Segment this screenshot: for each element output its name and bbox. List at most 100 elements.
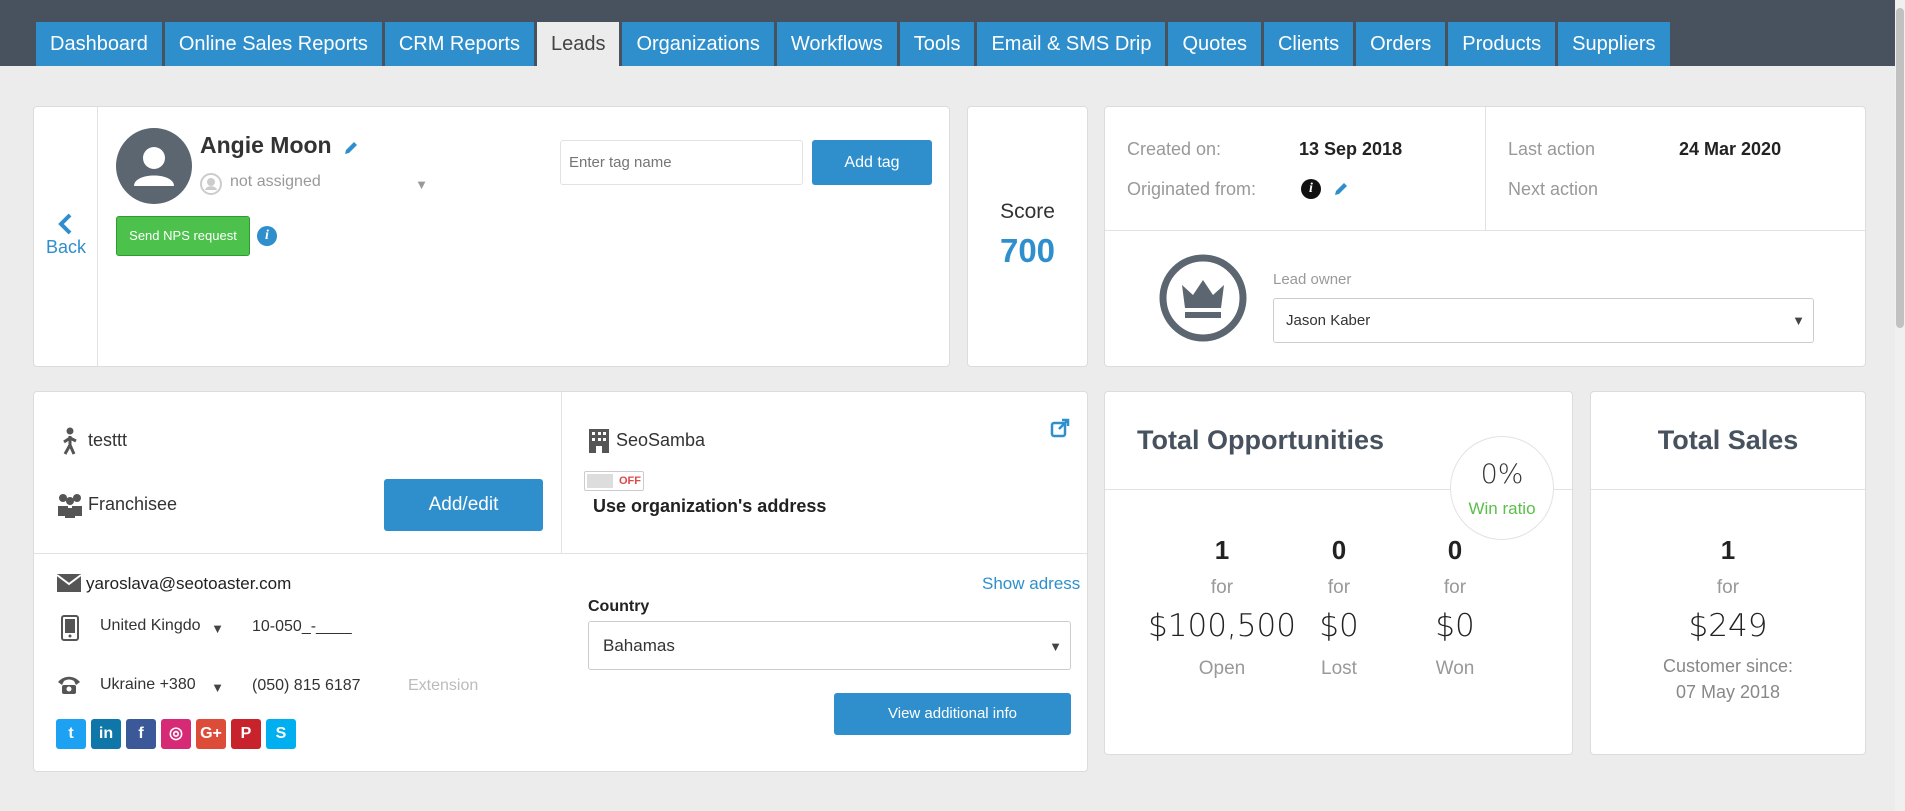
created-on-value: 13 Sep 2018 [1299,139,1403,159]
phone-number-input[interactable]: (050) 815 6187 [252,677,361,695]
building-icon [589,429,609,453]
envelope-icon [56,574,82,592]
open-for: for [1210,577,1234,598]
tab-clients[interactable]: Clients [1263,22,1354,66]
phone-country-value: Ukraine +380 [100,676,196,693]
tab-crm-reports[interactable]: CRM Reports [384,22,534,66]
linkedin-icon[interactable]: in [91,719,121,749]
chevron-down-icon: ▼ [211,680,224,695]
avatar [116,128,192,204]
lead-name: Angie Moon [200,132,332,158]
tab-email-sms-drip[interactable]: Email & SMS Drip [977,22,1166,66]
twitter-icon[interactable]: t [56,719,86,749]
country-select[interactable]: Bahamas ▼ [588,621,1071,670]
last-action-label: Last action [1508,139,1596,159]
facebook-icon[interactable]: f [126,719,156,749]
assignee-value: not assigned [230,173,321,190]
back-label: Back [46,237,87,257]
edit-origin-pencil-icon[interactable] [1333,181,1349,197]
score-card: Score 700 [967,106,1088,367]
phone-country-select[interactable]: Ukraine +380 ▼ [100,676,230,700]
win-ratio-value: 0% [1480,459,1524,490]
tab-leads[interactable]: Leads [536,22,620,66]
sales-divider [1591,489,1865,490]
page-scrollbar[interactable] [1895,0,1905,811]
meta-divider-vertical [1485,107,1486,230]
sales-count: 1 [1720,535,1736,565]
skype-icon[interactable]: S [266,719,296,749]
originated-from-label: Originated from: [1127,179,1257,199]
use-org-address-label: Use organization's address [593,496,827,516]
customer-since-label: Customer since: [1662,656,1794,676]
total-opportunities-card: Total Opportunities 0% Win ratio 1 for $… [1104,391,1573,755]
external-link-icon[interactable] [1050,418,1070,438]
send-nps-button[interactable]: Send NPS request [116,216,250,256]
role-label: Franchisee [88,494,178,514]
toggle-knob [587,474,613,488]
show-address-link[interactable]: Show adress [982,574,1080,594]
tab-quotes[interactable]: Quotes [1168,22,1261,66]
won-count: 0 [1447,535,1463,565]
person-walking-icon [63,427,77,455]
nav-tabs: Dashboard Online Sales Reports CRM Repor… [36,22,1673,66]
tab-tools[interactable]: Tools [899,22,975,66]
info-icon[interactable]: i [257,226,277,246]
score-label: Score [1000,200,1055,223]
tab-workflows[interactable]: Workflows [776,22,897,66]
edit-name-pencil-icon[interactable] [343,140,359,156]
lead-owner-select[interactable]: Jason Kaber ▼ [1273,298,1814,343]
sales-title: Total Sales [1657,425,1799,455]
country-value: Bahamas [603,636,675,655]
origin-info-icon[interactable]: i [1301,179,1321,199]
pinterest-icon[interactable]: P [231,719,261,749]
won-caption: Won [1435,658,1475,679]
sales-amount: $249 [1688,608,1768,644]
next-action-label: Next action [1508,179,1599,199]
tab-organizations[interactable]: Organizations [622,22,774,66]
instagram-icon[interactable]: ◎ [161,719,191,749]
open-caption: Open [1198,658,1246,679]
tab-dashboard[interactable]: Dashboard [36,22,162,66]
tag-name-input[interactable] [560,140,803,185]
chevron-down-icon: ▼ [415,177,428,192]
back-panel[interactable]: Back [34,107,98,366]
chevron-down-icon: ▼ [1792,313,1805,328]
sales-for: for [1716,577,1740,598]
tab-online-sales-reports[interactable]: Online Sales Reports [164,22,382,66]
chevron-down-icon: ▼ [1049,639,1062,654]
score-value: 700 [999,232,1056,269]
total-sales-card: Total Sales 1 for $249 Customer since: 0… [1590,391,1866,755]
mobile-country-select[interactable]: United Kingdo ▼ [100,617,230,641]
tab-products[interactable]: Products [1448,22,1556,66]
add-tag-button[interactable]: Add tag [812,140,932,185]
chevron-left-icon [58,213,72,235]
add-edit-button[interactable]: Add/edit [384,479,543,531]
won-for: for [1443,577,1467,598]
lost-caption: Lost [1321,658,1357,679]
extension-input[interactable]: Extension [408,677,478,695]
job-title: testtt [88,430,128,450]
last-action-value: 24 Mar 2020 [1679,139,1782,159]
lost-count: 0 [1331,535,1347,565]
mobile-number-input[interactable]: 10-050_-____ [252,618,352,636]
email-address[interactable]: yaroslava@seotoaster.com [86,574,291,594]
assignee-select[interactable]: not assigned ▼ [230,173,432,197]
google-plus-icon[interactable]: G+ [196,719,226,749]
org-address-toggle[interactable]: OFF [584,471,644,491]
tab-suppliers[interactable]: Suppliers [1558,22,1670,66]
scrollbar-thumb[interactable] [1896,8,1904,328]
crown-icon [1159,254,1247,342]
win-ratio-circle: 0% Win ratio [1450,436,1554,540]
lost-for: for [1327,577,1351,598]
chevron-down-icon: ▼ [211,621,224,636]
lead-owner-value: Jason Kaber [1286,312,1371,329]
mobile-phone-icon [61,615,79,641]
view-additional-info-button[interactable]: View additional info [834,693,1071,735]
assignee-user-icon [200,173,222,195]
lead-owner-label: Lead owner [1273,271,1352,288]
meta-divider-horizontal [1105,230,1865,231]
contact-card: testtt Franchisee Add/edit SeoSamba OFF … [33,391,1088,772]
contact-divider-vertical [561,392,562,553]
open-count: 1 [1214,535,1230,565]
tab-orders[interactable]: Orders [1356,22,1446,66]
